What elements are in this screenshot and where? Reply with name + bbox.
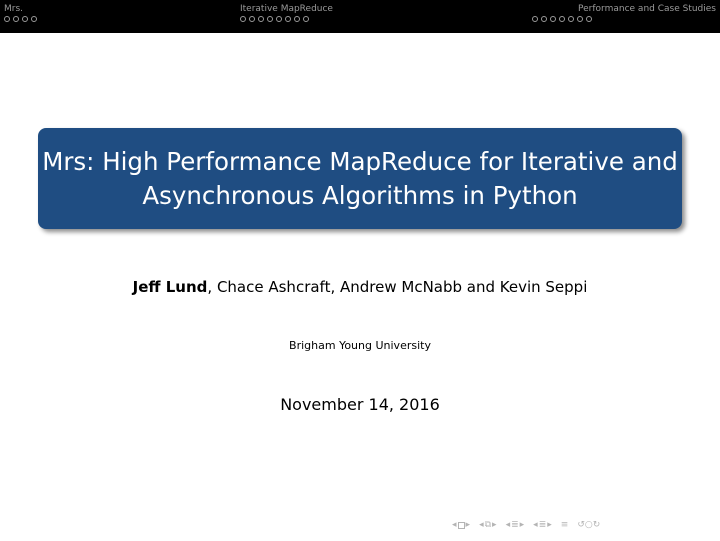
subsection-icon: ≣ xyxy=(538,520,547,530)
slide-dot[interactable] xyxy=(13,16,19,22)
prev-frame-icon[interactable]: ◂ xyxy=(452,520,457,530)
section-icon: ≣ xyxy=(511,520,519,530)
beamer-navigation-symbols: ◂ ▸ ◂ ⧉ ▸ ◂ ≣ ▸ ◂ ≣ ▸ ≡ ↺○↻ xyxy=(452,520,600,530)
slide-stack-icon: ⧉ xyxy=(484,520,492,530)
next-slide-icon[interactable]: ▸ xyxy=(492,520,497,530)
nav-section-dots xyxy=(240,16,309,22)
slide-dot[interactable] xyxy=(249,16,255,22)
subsection-nav: ◂ ≣ ▸ xyxy=(533,520,552,530)
nav-section-dots xyxy=(532,16,592,22)
nav-section-label[interactable]: Iterative MapReduce xyxy=(240,4,333,14)
slide-nav: ◂ ⧉ ▸ xyxy=(479,520,497,530)
nav-section-label[interactable]: Performance and Case Studies xyxy=(578,4,716,14)
slide-dot[interactable] xyxy=(267,16,273,22)
slide-dot[interactable] xyxy=(4,16,10,22)
next-section-icon[interactable]: ▸ xyxy=(520,520,525,530)
next-frame-icon[interactable]: ▸ xyxy=(466,520,471,530)
nav-section-dots xyxy=(4,16,37,22)
frame-icon xyxy=(457,521,465,529)
search-icon[interactable]: ↺○↻ xyxy=(577,520,600,530)
authors: Jeff Lund, Chace Ashcraft, Andrew McNabb… xyxy=(0,278,720,296)
prev-slide-icon[interactable]: ◂ xyxy=(479,520,484,530)
coauthor-names: , Chace Ashcraft, Andrew McNabb and Kevi… xyxy=(207,278,588,296)
slide-dot[interactable] xyxy=(550,16,556,22)
nav-section-performance[interactable]: Performance and Case Studies xyxy=(470,0,716,33)
slide-dot[interactable] xyxy=(285,16,291,22)
title-line-1: Mrs: High Performance MapReduce for Iter… xyxy=(42,146,678,176)
slide-dot[interactable] xyxy=(303,16,309,22)
slide-dot[interactable] xyxy=(276,16,282,22)
nav-section-label[interactable]: Mrs. xyxy=(4,4,23,14)
slide-dot[interactable] xyxy=(577,16,583,22)
slide-dot[interactable] xyxy=(541,16,547,22)
slide-title: Mrs: High Performance MapReduce for Iter… xyxy=(40,145,680,213)
section-nav: ◂ ≣ ▸ xyxy=(506,520,525,530)
slide-dot[interactable] xyxy=(22,16,28,22)
frame-nav: ◂ ▸ xyxy=(452,520,470,530)
section-navigation-bar: Mrs. Iterative MapReduce Performance and… xyxy=(0,0,720,33)
presentation-date: November 14, 2016 xyxy=(280,395,440,414)
title-line-2: Asynchronous Algorithms in Python xyxy=(142,180,578,210)
align-icon[interactable]: ≡ xyxy=(561,520,569,530)
title-block: Mrs: High Performance MapReduce for Iter… xyxy=(38,128,682,229)
prev-section-icon[interactable]: ◂ xyxy=(506,520,511,530)
slide-dot[interactable] xyxy=(559,16,565,22)
nav-section-mrs[interactable]: Mrs. xyxy=(4,0,204,33)
prev-subsection-icon[interactable]: ◂ xyxy=(533,520,538,530)
slide-dot[interactable] xyxy=(240,16,246,22)
next-subsection-icon[interactable]: ▸ xyxy=(547,520,552,530)
nav-section-iterative-mapreduce[interactable]: Iterative MapReduce xyxy=(240,0,440,33)
slide-dot[interactable] xyxy=(294,16,300,22)
slide-dot[interactable] xyxy=(568,16,574,22)
slide-dot[interactable] xyxy=(258,16,264,22)
presenter-name: Jeff Lund xyxy=(132,278,208,296)
slide-dot[interactable] xyxy=(532,16,538,22)
slide-dot[interactable] xyxy=(586,16,592,22)
institute: Brigham Young University xyxy=(289,339,431,352)
slide-dot[interactable] xyxy=(31,16,37,22)
